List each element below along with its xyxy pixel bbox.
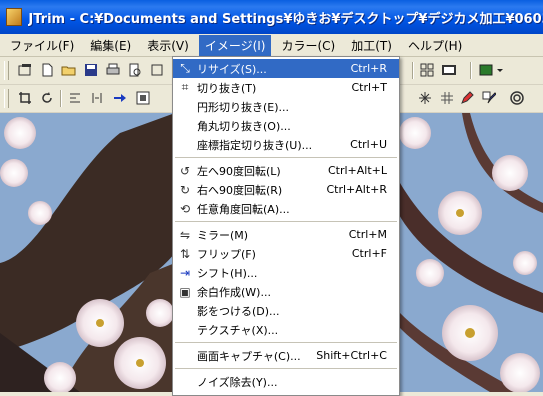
menu-item-label: 左へ90度回転(L) xyxy=(197,164,281,178)
print-preview-icon[interactable] xyxy=(126,61,144,79)
menu-item-label: 任意角度回転(A)... xyxy=(197,202,290,216)
menu-item-shortcut: Ctrl+T xyxy=(351,81,387,94)
spiral-icon[interactable] xyxy=(508,89,526,107)
menu-item-shortcut: Ctrl+Alt+L xyxy=(327,164,387,177)
toolbar-grip[interactable] xyxy=(4,61,9,80)
menu-item-rounded-crop[interactable]: 角丸切り抜き(O)... xyxy=(173,116,399,135)
menu-item-flip[interactable]: ⇅ フリップ(F) Ctrl+F xyxy=(173,244,399,263)
menu-view[interactable]: 表示(V) xyxy=(141,35,195,56)
menu-help[interactable]: ヘルプ(H) xyxy=(402,35,468,56)
menu-separator xyxy=(175,157,397,158)
color-edit-icon[interactable] xyxy=(480,89,498,107)
rotate-right-icon: ↻ xyxy=(179,182,191,197)
menu-item-crop[interactable]: ⌗ 切り抜き(T) Ctrl+T xyxy=(173,78,399,97)
menu-item-mirror[interactable]: ⇋ ミラー(M) Ctrl+M xyxy=(173,225,399,244)
rotate-any-icon: ⟲ xyxy=(179,201,191,216)
flip-icon: ⇅ xyxy=(179,246,191,261)
menu-item-shortcut: Ctrl+F xyxy=(351,247,387,260)
margin-tool-icon[interactable] xyxy=(134,89,152,107)
image-menu-dropdown: ⤡ リサイズ(S)... Ctrl+R ⌗ 切り抜き(T) Ctrl+T 円形切… xyxy=(172,56,400,396)
menu-item-label: ノイズ除去(Y)... xyxy=(197,375,278,389)
sharpen-icon[interactable] xyxy=(416,89,434,107)
menu-item-coordinate-crop[interactable]: 座標指定切り抜き(U)... Ctrl+U xyxy=(173,135,399,154)
menu-item-shortcut: Shift+Ctrl+C xyxy=(316,349,387,362)
toolbar-separator xyxy=(60,90,62,107)
menu-color[interactable]: カラー(C) xyxy=(275,35,341,56)
menu-item-shadow[interactable]: 影をつける(D)... xyxy=(173,301,399,320)
film-strip-icon[interactable] xyxy=(440,61,458,79)
menu-item-circle-crop[interactable]: 円形切り抜き(E)... xyxy=(173,97,399,116)
menu-item-texture[interactable]: テクスチャ(X)... xyxy=(173,320,399,339)
menu-item-label: ミラー(M) xyxy=(197,228,249,242)
menu-item-label: テクスチャ(X)... xyxy=(197,323,279,337)
hatch-icon[interactable] xyxy=(438,89,456,107)
menu-item-rotate-right[interactable]: ↻ 右へ90度回転(R) Ctrl+Alt+R xyxy=(173,180,399,199)
menu-item-screen-capture[interactable]: 画面キャプチャ(C)... Shift+Ctrl+C xyxy=(173,346,399,365)
toolbar-separator xyxy=(470,62,472,79)
pen-tool-icon[interactable] xyxy=(458,89,476,107)
menu-item-shortcut: Ctrl+M xyxy=(348,228,387,241)
capture-icon[interactable] xyxy=(16,61,34,79)
shift-icon: ⇥ xyxy=(179,265,191,280)
toolbar-separator xyxy=(412,62,414,79)
rotate-left-icon: ↺ xyxy=(179,163,191,178)
menu-item-rotate-left[interactable]: ↺ 左へ90度回転(L) Ctrl+Alt+L xyxy=(173,161,399,180)
menu-separator xyxy=(175,221,397,222)
rotate-left-tool-icon[interactable] xyxy=(38,89,56,107)
menu-item-noise-removal[interactable]: ノイズ除去(Y)... xyxy=(173,372,399,391)
mirror-tool-icon[interactable] xyxy=(66,89,84,107)
menu-separator xyxy=(175,342,397,343)
title-bar: JTrim - C:¥Documents and Settings¥ゆきお¥デス… xyxy=(0,0,543,34)
toolbar-button[interactable] xyxy=(148,61,166,79)
color-palette-dropdown-icon[interactable] xyxy=(478,61,506,79)
menu-image[interactable]: イメージ(I) xyxy=(198,34,272,56)
margin-icon: ▣ xyxy=(179,284,191,299)
mirror-icon: ⇋ xyxy=(179,227,191,242)
menu-item-label: シフト(H)... xyxy=(197,266,258,280)
menu-item-resize[interactable]: ⤡ リサイズ(S)... Ctrl+R xyxy=(173,59,399,78)
menu-item-label: 座標指定切り抜き(U)... xyxy=(197,138,313,152)
menu-item-label: 余白作成(W)... xyxy=(197,285,271,299)
menu-separator xyxy=(175,368,397,369)
shift-tool-icon[interactable] xyxy=(112,89,130,107)
menu-edit[interactable]: 編集(E) xyxy=(84,35,137,56)
menu-item-shortcut: Ctrl+Alt+R xyxy=(326,183,387,196)
menu-process[interactable]: 加工(T) xyxy=(345,35,398,56)
grid-view-icon[interactable] xyxy=(418,61,436,79)
print-icon[interactable] xyxy=(104,61,122,79)
menu-item-label: 角丸切り抜き(O)... xyxy=(197,119,291,133)
menu-item-label: 円形切り抜き(E)... xyxy=(197,100,290,114)
menu-item-shift[interactable]: ⇥ シフト(H)... xyxy=(173,263,399,282)
resize-icon: ⤡ xyxy=(180,61,190,75)
app-icon[interactable] xyxy=(6,8,23,26)
menu-item-rotate-any[interactable]: ⟲ 任意角度回転(A)... xyxy=(173,199,399,218)
menu-item-label: フリップ(F) xyxy=(197,247,256,261)
menu-bar: ファイル(F) 編集(E) 表示(V) イメージ(I) カラー(C) 加工(T)… xyxy=(0,34,543,57)
menu-item-label: 画面キャプチャ(C)... xyxy=(197,349,301,363)
crop-tool-icon[interactable] xyxy=(16,89,34,107)
window-title: JTrim - C:¥Documents and Settings¥ゆきお¥デス… xyxy=(28,11,543,27)
menu-file[interactable]: ファイル(F) xyxy=(4,35,80,56)
menu-item-label: 右へ90度回転(R) xyxy=(197,183,283,197)
save-icon[interactable] xyxy=(82,61,100,79)
open-folder-icon[interactable] xyxy=(60,61,78,79)
menu-item-label: 切り抜き(T) xyxy=(197,81,257,95)
menu-item-label: リサイズ(S)... xyxy=(197,62,267,76)
new-file-icon[interactable] xyxy=(38,61,56,79)
menu-item-label: 影をつける(D)... xyxy=(197,304,280,318)
toolbar-grip[interactable] xyxy=(4,89,9,108)
menu-item-shortcut: Ctrl+R xyxy=(350,62,387,75)
flip-tool-icon[interactable] xyxy=(88,89,106,107)
menu-item-margin[interactable]: ▣ 余白作成(W)... xyxy=(173,282,399,301)
menu-item-shortcut: Ctrl+U xyxy=(350,138,387,151)
crop-icon: ⌗ xyxy=(181,80,189,94)
